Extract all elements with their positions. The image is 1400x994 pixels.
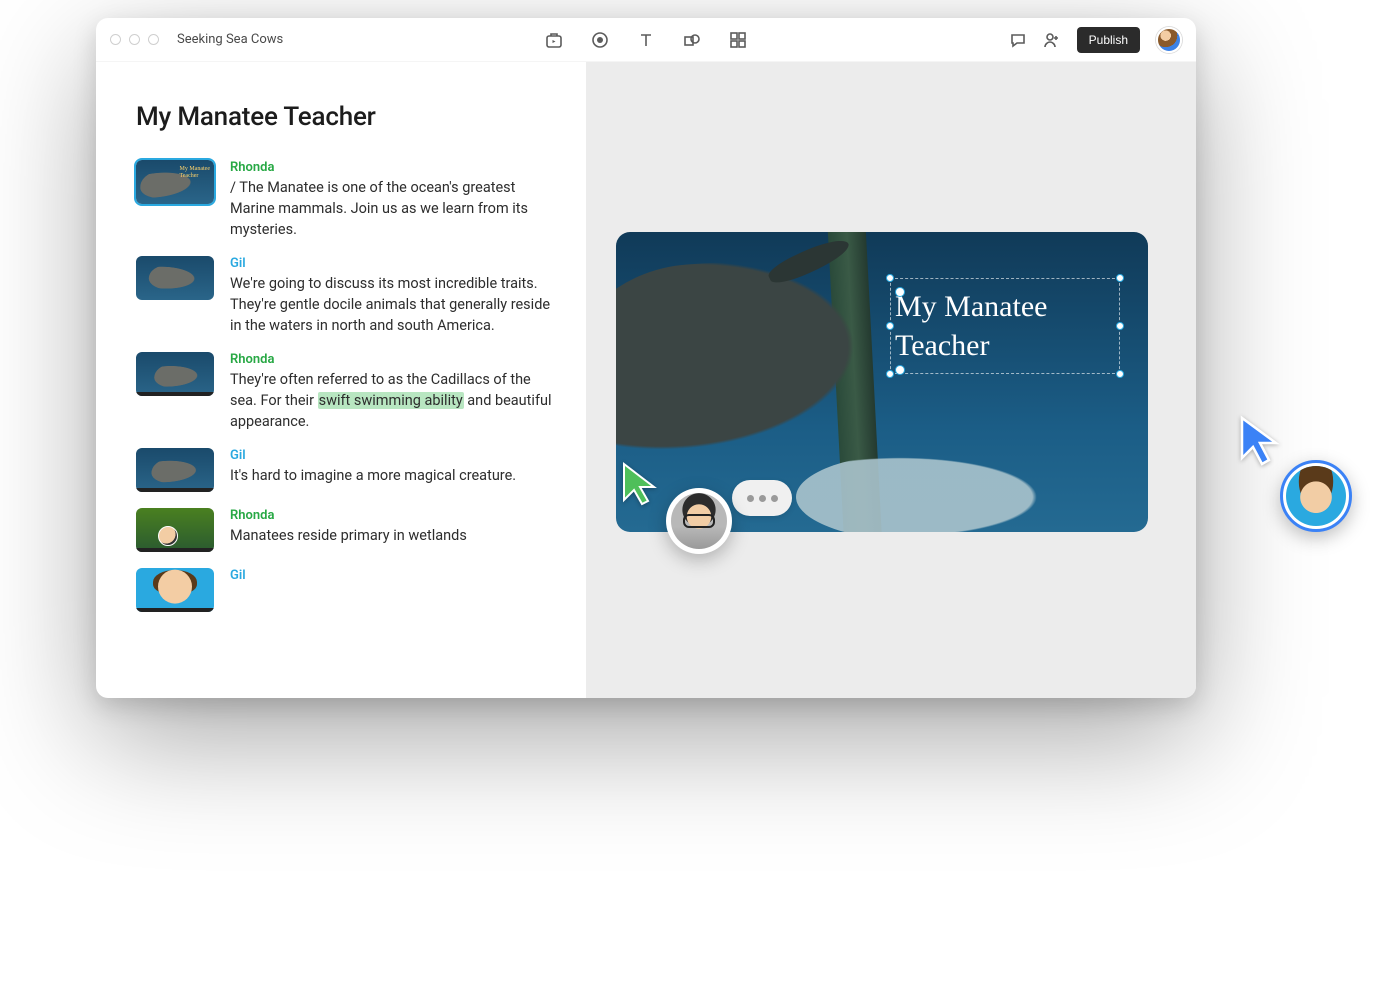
overlay-title-text[interactable]: My Manatee Teacher [895,287,1115,365]
segment[interactable]: Rhonda Manatees reside primary in wetlan… [136,508,558,552]
segment[interactable]: My Manatee Teacher Rhonda / The Manatee … [136,160,558,240]
window-controls [110,34,159,45]
speaker-label: Gil [230,568,558,583]
right-toolbar: Publish [1009,27,1182,53]
comments-icon[interactable] [1009,31,1027,49]
segment-thumbnail[interactable] [136,448,214,492]
avatar-face [671,493,727,549]
segment[interactable]: Gil It's hard to imagine a more magical … [136,448,558,492]
speaker-label: Gil [230,448,558,463]
speaker-label: Rhonda [230,160,558,175]
add-collaborator-icon[interactable] [1043,31,1061,49]
video-preview[interactable]: My Manatee Teacher [616,232,1148,532]
avatar-face [1286,466,1346,526]
layout-grid-icon[interactable] [729,31,747,49]
segment-text[interactable]: Manatees reside primary in wetlands [230,525,558,546]
typing-indicator [732,480,792,516]
segment-thumbnail[interactable] [136,256,214,300]
content-split: My Manatee Teacher My Manatee Teacher Rh… [96,62,1196,698]
segment-thumbnail[interactable] [136,508,214,552]
segment-thumbnail[interactable] [136,352,214,396]
resize-handle[interactable] [886,322,894,330]
speaker-label: Rhonda [230,352,558,367]
segment[interactable]: Gil [136,568,558,612]
page-title: My Manatee Teacher [136,102,558,132]
segment[interactable]: Gil We're going to discuss its most incr… [136,256,558,336]
document-title: Seeking Sea Cows [177,32,283,47]
minimize-window-button[interactable] [129,34,140,45]
collaborator-cursor-gil [1238,414,1280,470]
segment-text[interactable]: It's hard to imagine a more magical crea… [230,465,558,486]
resize-handle[interactable] [886,274,894,282]
resize-handle[interactable] [886,370,894,378]
speaker-label: Gil [230,256,558,271]
thumbnail-title-overlay: My Manatee Teacher [180,166,211,179]
highlighted-text[interactable]: swift swimming ability [318,392,464,409]
resize-handle[interactable] [1116,322,1124,330]
canvas-pane[interactable]: My Manatee Teacher [586,62,1196,698]
close-window-button[interactable] [110,34,121,45]
app-window: Seeking Sea Cows [96,18,1196,698]
segment[interactable]: Rhonda They're often referred to as the … [136,352,558,432]
publish-button[interactable]: Publish [1077,27,1140,53]
scene-baby-manatee [796,452,1056,532]
titlebar: Seeking Sea Cows [96,18,1196,62]
current-user-avatar[interactable] [1156,27,1182,53]
segment-thumbnail[interactable]: My Manatee Teacher [136,160,214,204]
segment-text[interactable]: We're going to discuss its most incredib… [230,273,558,336]
resize-handle[interactable] [1116,274,1124,282]
text-icon[interactable] [637,31,655,49]
shapes-icon[interactable] [683,31,701,49]
center-toolbar [545,31,747,49]
maximize-window-button[interactable] [148,34,159,45]
transcript-pane: My Manatee Teacher My Manatee Teacher Rh… [96,62,586,698]
segment-text[interactable]: / The Manatee is one of the ocean's grea… [230,177,558,240]
resize-handle[interactable] [1116,370,1124,378]
media-library-icon[interactable] [545,31,563,49]
collaborator-avatar-rhonda[interactable] [666,488,732,554]
collaborator-avatar-gil[interactable] [1280,460,1352,532]
segment-thumbnail[interactable] [136,568,214,612]
segment-text[interactable]: They're often referred to as the Cadilla… [230,369,558,432]
speaker-label: Rhonda [230,508,558,523]
segment-list: My Manatee Teacher Rhonda / The Manatee … [136,160,558,612]
record-icon[interactable] [591,31,609,49]
title-text-box[interactable]: My Manatee Teacher [890,278,1120,374]
